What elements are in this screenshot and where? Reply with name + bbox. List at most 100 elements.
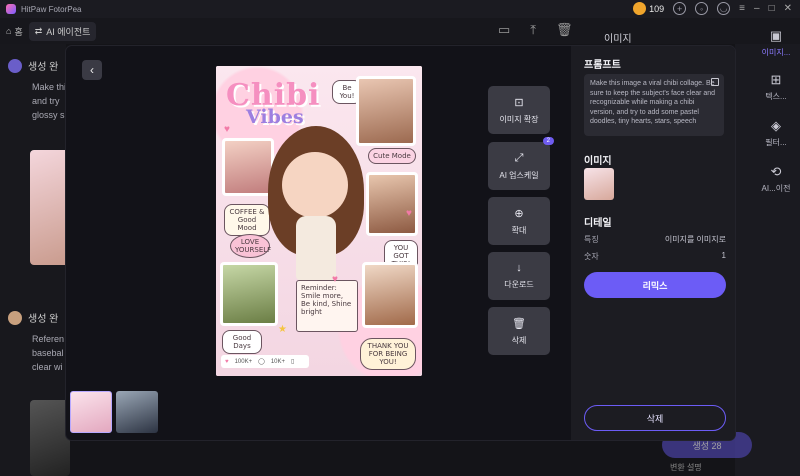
comments-count: 10K+ (270, 358, 285, 365)
coin-icon (633, 2, 647, 15)
nav-ai[interactable]: ⟲ AI...이전 (752, 164, 800, 194)
feed-item-text: Referen basebal clear wi (32, 332, 64, 374)
detail-value: 1 (721, 251, 726, 260)
image-stats-bar: ♥ 100K+ ◯ 10K+ ▯ (221, 355, 309, 368)
trash-icon: 🗑 (512, 317, 526, 330)
avatar (8, 58, 22, 73)
detail-row: 특징 이미지를 이미지로 (584, 234, 726, 245)
feed-text-line: Make thi (32, 82, 67, 92)
detail-key: 숫자 (584, 252, 599, 261)
heart-icon: ♥ (332, 274, 338, 285)
avatar (8, 310, 22, 325)
detail-row: 숫자 1 (584, 251, 726, 262)
expand-image-button[interactable]: ⊡ 이미지 확장 (488, 86, 550, 134)
delete-tool-button[interactable]: 🗑 삭제 (488, 307, 550, 355)
title-bar: HitPaw FotorPea 109 + ◦ ◡ ≡ – □ ✕ (0, 0, 800, 18)
collage-photo (362, 262, 418, 328)
like-icon: ♥ (225, 358, 229, 365)
nav-filter[interactable]: ◈ 필터... (752, 118, 800, 148)
home-button[interactable]: ⌂ 홈 (6, 25, 23, 38)
prompt-text-box: Make this image a viral chibi collage. B… (584, 74, 724, 136)
gift-icon[interactable]: ◦ (695, 2, 709, 15)
details-panel: 프롬프트 Make this image a viral chibi colla… (571, 46, 735, 440)
zoom-button[interactable]: ⊕ 확대 (488, 197, 550, 245)
upload-icon[interactable]: ⤒ (530, 22, 536, 38)
center-character-body (296, 216, 336, 280)
generate-note: 변환 설명 (670, 463, 702, 472)
collage-photo (366, 172, 418, 236)
feed-text-line: and try (32, 96, 60, 106)
feed-item-2: 생성 완 (8, 310, 58, 325)
source-image-thumbnail[interactable] (584, 168, 614, 200)
download-button[interactable]: ↓ 다운로드 (488, 252, 550, 300)
collage-photo (222, 138, 274, 196)
image-icon: ▣ (769, 28, 783, 43)
star-icon: ★ (278, 324, 287, 335)
main-image[interactable]: Chibi Vibes Be You! Cute Mode COFFEE & G… (216, 66, 422, 376)
nav-label: AI...이전 (761, 184, 791, 193)
tool-label: 삭제 (511, 335, 527, 345)
add-coins-icon[interactable]: + (673, 2, 687, 15)
nav-label: 필터... (765, 138, 787, 147)
thumbnail[interactable] (116, 391, 158, 433)
title-bar-controls: 109 + ◦ ◡ ≡ – □ ✕ (633, 2, 792, 15)
collage-photo (356, 76, 416, 146)
feed-image[interactable] (30, 400, 70, 476)
details-title: 디테일 (584, 218, 612, 229)
credit-badge: 2 (542, 137, 554, 145)
bubble-thank-you: THANK YOU FOR BEING YOU! (360, 338, 416, 370)
delete-button[interactable]: 삭제 (584, 405, 726, 431)
detail-value: 이미지를 이미지로 (664, 235, 726, 244)
feed-text-line: clear wi (32, 362, 63, 372)
upscale-icon: ⤢ (514, 151, 524, 164)
feed-image[interactable] (30, 150, 70, 265)
coin-count: 109 (649, 3, 665, 14)
prompt-title: 프롬프트 (584, 60, 621, 71)
nav-image[interactable]: ▣ 이미지... (752, 28, 800, 58)
app-logo-icon (6, 4, 16, 14)
heart-icon: ♥ (224, 124, 230, 135)
background-right-nav (735, 44, 800, 476)
bookmark-icon: ▯ (291, 359, 295, 365)
remix-button[interactable]: 리믹스 (584, 272, 726, 298)
bubble-good-days: Good Days (222, 330, 262, 354)
nav-label: 텍스... (765, 92, 787, 101)
maximize-icon[interactable]: □ (769, 3, 775, 14)
app-name: HitPaw FotorPea (21, 4, 82, 14)
filter-icon: ◈ (771, 118, 781, 133)
download-icon: ↓ (516, 262, 522, 274)
menu-icon[interactable]: ≡ (739, 3, 745, 14)
top-toolbar: ⌂ 홈 ⇄ AI 에이전트 ▭ ⤒ 🗑 (0, 18, 800, 44)
thumbnail-selected[interactable] (70, 391, 112, 433)
text-icon: ⊞ (770, 72, 782, 87)
expand-image-icon: ⊡ (514, 96, 524, 109)
nav-label: 이미지... (761, 48, 791, 57)
home-label: 홈 (14, 26, 23, 37)
nav-text[interactable]: ⊞ 텍스... (752, 72, 800, 102)
comment-icon: ◯ (258, 359, 265, 365)
trash-toolbar-icon[interactable]: 🗑 (556, 22, 573, 38)
feed-item-title: 생성 완 (28, 314, 59, 325)
bubble-reminder: Reminder: Smile more, Be kind, Shine bri… (296, 280, 358, 332)
back-button[interactable]: ‹ (82, 60, 102, 80)
copy-icon[interactable] (711, 78, 719, 86)
feed-text-line: glossy s (32, 110, 65, 120)
ai-upscale-button[interactable]: 2 ⤢ AI 업스케일 (488, 137, 554, 190)
feed-item-text: Make thi and try glossy s (32, 80, 66, 122)
likes-count: 100K+ (234, 358, 253, 365)
ai-icon: ⟲ (770, 164, 782, 179)
swap-icon: ⇄ (34, 25, 43, 36)
book-icon[interactable]: ▭ (498, 22, 510, 38)
account-icon[interactable]: ◡ (717, 2, 731, 15)
minimize-icon[interactable]: – (754, 3, 760, 14)
zoom-icon: ⊕ (514, 207, 524, 220)
bubble-coffee: COFFEE & Good Mood (224, 204, 270, 236)
feed-item-title: 생성 완 (28, 62, 59, 73)
tool-label: 확대 (511, 225, 527, 235)
collage-photo (220, 262, 278, 326)
close-icon[interactable]: ✕ (784, 3, 792, 14)
ai-agent-label: AI 에이전트 (46, 26, 91, 37)
tool-label: 이미지 확장 (499, 114, 539, 124)
feed-text-line: basebal (32, 348, 64, 358)
ai-agent-tab[interactable]: ⇄ AI 에이전트 (28, 21, 97, 41)
